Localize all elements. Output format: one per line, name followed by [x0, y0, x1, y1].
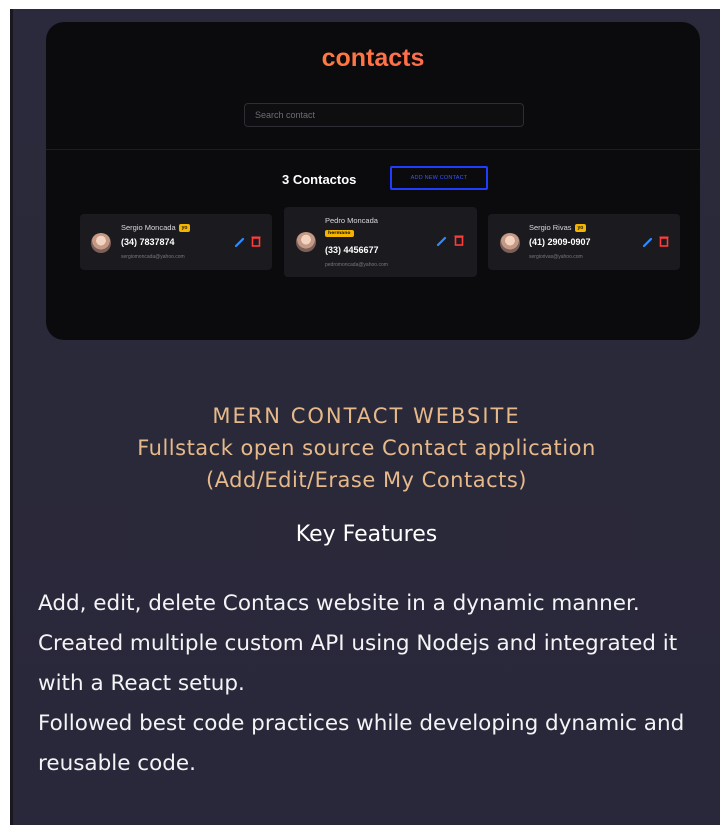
feature-item: Add, edit, delete Contacs website in a d… — [38, 591, 640, 616]
features-heading: Key Features — [295, 522, 438, 547]
contact-card: Sergio Moncada yo (34) 7837874 sergiomonc… — [80, 214, 272, 270]
contact-name: Pedro Moncada — [325, 216, 378, 225]
contact-name: Sergio Rivas yo — [529, 223, 587, 233]
edit-pencil-icon[interactable] — [234, 236, 246, 248]
add-contact-button[interactable]: ADD NEW CONTACT — [390, 166, 488, 190]
edit-pencil-icon[interactable] — [642, 236, 654, 248]
search-input[interactable]: Search contact — [244, 103, 524, 127]
avatar — [296, 232, 316, 252]
project-subtitle: Fullstack open source Contact applicatio… — [137, 436, 596, 460]
contact-badge: yo — [178, 224, 191, 233]
contact-name-text: Sergio Rivas — [529, 223, 572, 232]
contact-badge: yo — [574, 224, 587, 233]
project-title: MERN CONTACT WEBSITE — [212, 404, 521, 428]
contact-phone: (33) 4456677 — [325, 245, 379, 255]
contact-email: sergiomoncada@yahoo.com — [121, 254, 185, 260]
header-divider — [46, 149, 700, 150]
feature-item: Followed best code practices while devel… — [38, 711, 685, 776]
page-frame: contacts Search contact 3 Contactos ADD … — [0, 0, 720, 825]
contact-name: Sergio Moncada yo — [121, 223, 191, 233]
avatar — [500, 233, 520, 253]
project-title-block: MERN CONTACT WEBSITE Fullstack open sour… — [13, 400, 720, 496]
feature-item: Created multiple custom API using Nodejs… — [38, 631, 678, 696]
contact-email: pedromoncada@yahoo.com — [325, 262, 388, 268]
delete-trash-icon[interactable] — [658, 235, 670, 247]
contacts-count: 3 Contactos — [282, 172, 357, 187]
contact-card: Sergio Rivas yo (41) 2909-0907 sergioriva… — [488, 214, 680, 270]
features-list: Add, edit, delete Contacs website in a d… — [38, 584, 698, 784]
contact-badge: hermano — [325, 230, 354, 237]
app-logo: contacts — [46, 44, 700, 73]
app-preview: contacts Search contact 3 Contactos ADD … — [46, 22, 700, 340]
contact-name-text: Sergio Moncada — [121, 223, 176, 232]
contact-card: Pedro Moncada hermano (33) 4456677 pedro… — [284, 207, 477, 277]
contact-phone: (41) 2909-0907 — [529, 237, 591, 247]
avatar — [91, 233, 111, 253]
delete-trash-icon[interactable] — [453, 234, 465, 246]
contact-phone: (34) 7837874 — [121, 237, 175, 247]
edit-pencil-icon[interactable] — [436, 235, 448, 247]
project-subtitle-2: (Add/Edit/Erase My Contacts) — [205, 468, 528, 492]
delete-trash-icon[interactable] — [250, 235, 262, 247]
contact-email: sergiorivas@yahoo.com — [529, 254, 583, 260]
